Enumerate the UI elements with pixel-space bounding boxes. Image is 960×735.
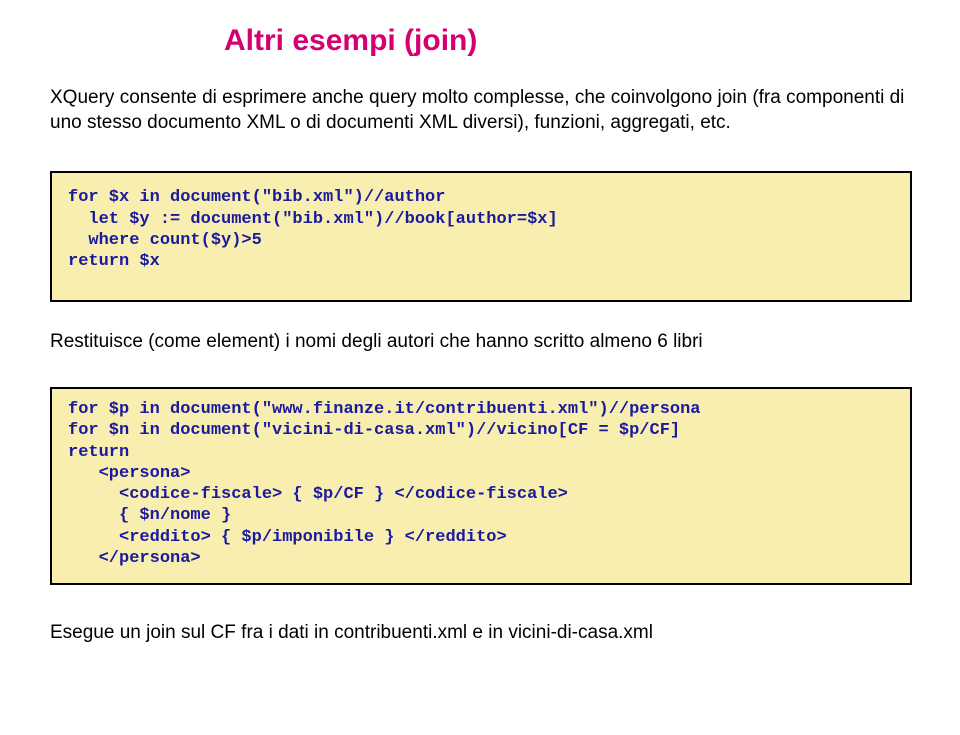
intro-text: XQuery consente di esprimere anche query… [50, 86, 936, 135]
mid-text: Restituisce (come element) i nomi degli … [50, 330, 936, 355]
code-block-1: for $x in document("bib.xml")//author le… [50, 171, 912, 302]
outro-text: Esegue un join sul CF fra i dati in cont… [50, 621, 936, 646]
code-block-2: for $p in document("www.finanze.it/contr… [50, 387, 912, 585]
slide-title: Altri esempi (join) [224, 24, 936, 58]
